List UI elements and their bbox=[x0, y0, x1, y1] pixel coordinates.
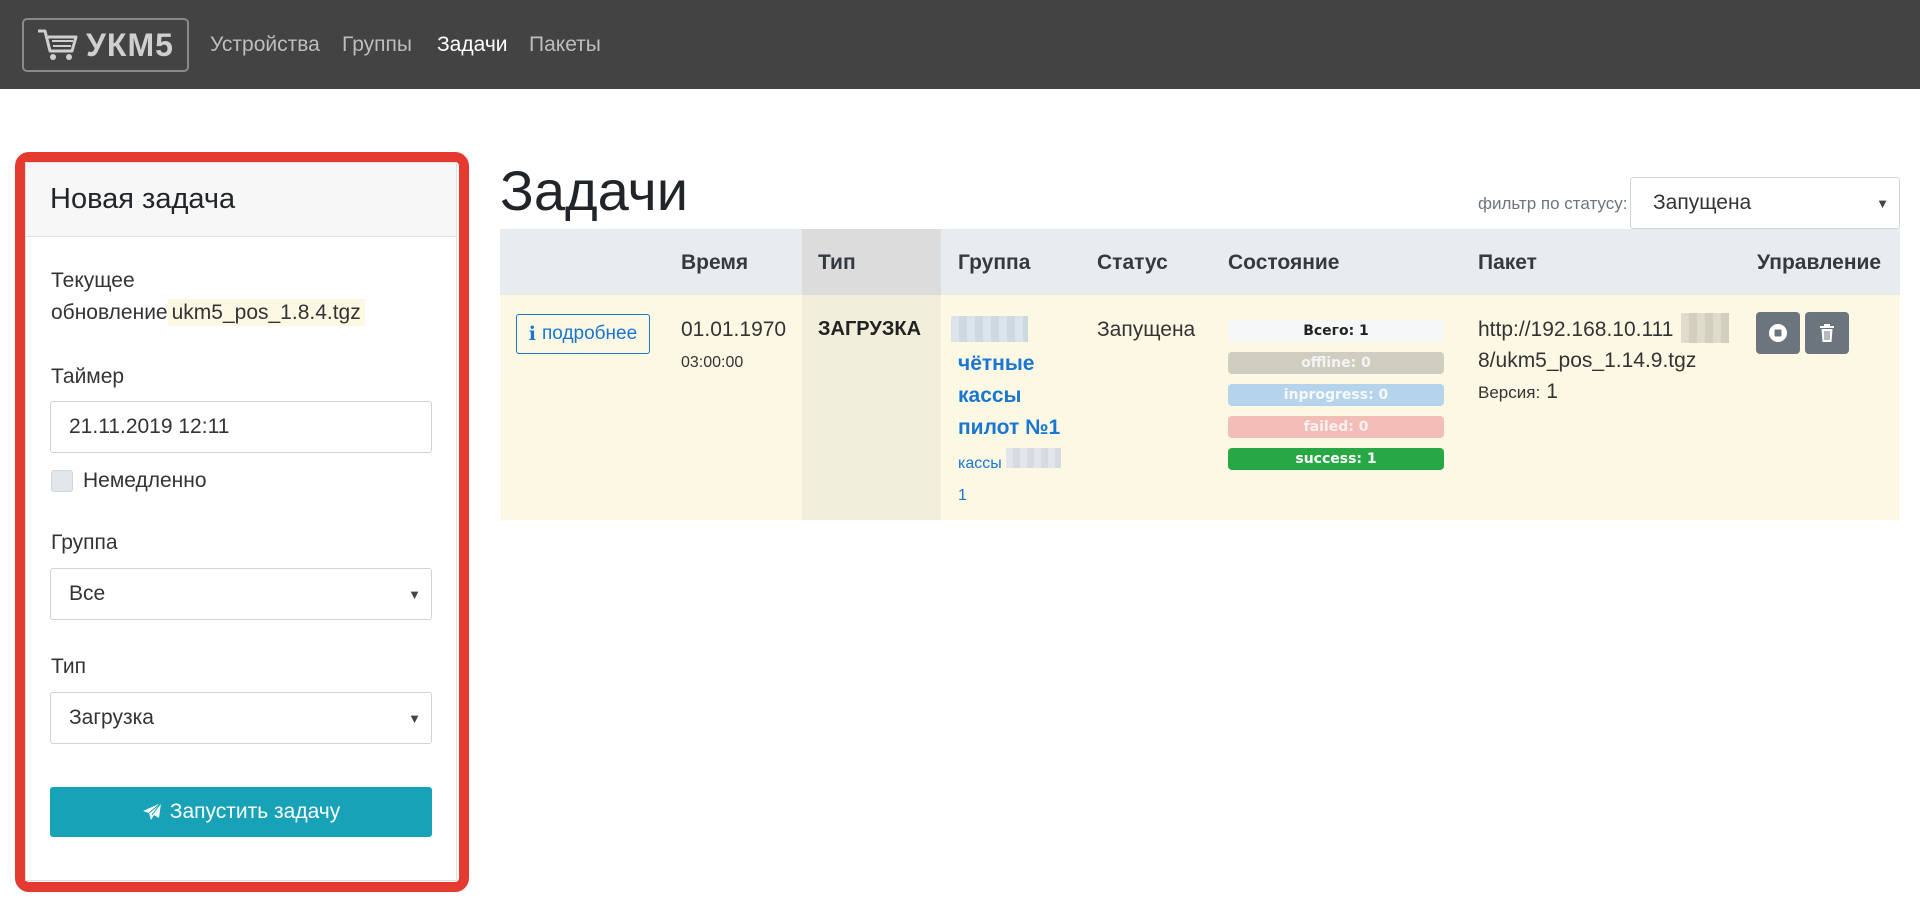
current-update-label-2: обновление bbox=[51, 301, 168, 324]
immediate-checkbox[interactable] bbox=[51, 470, 73, 492]
current-update-label-1: Текущее bbox=[51, 269, 135, 292]
group-select[interactable]: Все ▼ bbox=[50, 568, 432, 620]
state-success-badge: success: 1 bbox=[1228, 448, 1444, 470]
chevron-down-icon: ▼ bbox=[1876, 196, 1889, 211]
new-task-title: Новая задача bbox=[50, 183, 236, 215]
task-date: 01.01.1970 bbox=[681, 318, 787, 341]
status-filter-select[interactable]: Запущена ▼ bbox=[1630, 177, 1900, 229]
column-header-state[interactable]: Состояние bbox=[1228, 251, 1339, 275]
details-button[interactable]: i подробнее bbox=[516, 314, 650, 354]
delete-task-button[interactable] bbox=[1805, 312, 1849, 354]
timer-input[interactable]: 21.11.2019 12:11 bbox=[50, 401, 432, 453]
start-task-button[interactable]: Запустить задачу bbox=[50, 787, 432, 837]
info-icon: i bbox=[528, 323, 537, 345]
nav-groups[interactable]: Группы bbox=[342, 33, 412, 57]
brand-logo[interactable]: УКМ5 bbox=[22, 18, 189, 72]
new-task-panel: Новая задача Текущее обновление ukm5_pos_… bbox=[25, 162, 457, 881]
redacted-text bbox=[1681, 313, 1729, 343]
package-version: Версия: 1 bbox=[1478, 380, 1558, 404]
status-filter-value: Запущена bbox=[1653, 191, 1752, 214]
top-navbar: УКМ5 Устройства Группы Задачи Пакеты bbox=[0, 0, 1920, 89]
chevron-down-icon: ▼ bbox=[408, 711, 421, 726]
page-title: Задачи bbox=[500, 159, 689, 222]
chevron-down-icon: ▼ bbox=[408, 587, 421, 602]
current-update-value: ukm5_pos_1.8.4.tgz bbox=[167, 299, 365, 326]
column-header-control[interactable]: Управление bbox=[1757, 251, 1881, 275]
redacted-text bbox=[1006, 448, 1061, 468]
type-label: Тип bbox=[51, 655, 87, 678]
immediate-row: Немедленно bbox=[51, 469, 207, 493]
new-task-header: Новая задача bbox=[26, 163, 456, 237]
status-filter-label: фильтр по статусу: bbox=[1478, 194, 1628, 213]
type-select[interactable]: Загрузка ▼ bbox=[50, 692, 432, 744]
group-select-value: Все bbox=[69, 582, 106, 605]
state-failed-badge: failed: 0 bbox=[1228, 416, 1444, 438]
column-header-status[interactable]: Статус bbox=[1097, 251, 1168, 275]
version-value: 1 bbox=[1546, 380, 1558, 403]
shopping-cart-icon bbox=[38, 29, 78, 60]
state-inprogress-badge: inprogress: 0 bbox=[1228, 384, 1444, 406]
state-offline-badge: offline: 0 bbox=[1228, 352, 1444, 374]
version-label: Версия: bbox=[1478, 383, 1541, 402]
paper-plane-icon bbox=[142, 802, 162, 820]
timer-label: Таймер bbox=[51, 365, 125, 388]
nav-packages[interactable]: Пакеты bbox=[529, 33, 601, 57]
task-status: Запущена bbox=[1097, 318, 1196, 341]
group-line-3: пилот №1 bbox=[958, 416, 1061, 439]
column-header-package[interactable]: Пакет bbox=[1478, 251, 1537, 275]
immediate-label[interactable]: Немедленно bbox=[83, 469, 207, 493]
group-label: Группа bbox=[51, 531, 118, 554]
start-task-label: Запустить задачу bbox=[169, 800, 341, 823]
column-header-time[interactable]: Время bbox=[681, 251, 748, 275]
nav-devices[interactable]: Устройства bbox=[210, 33, 320, 57]
state-total-badge: Всего: 1 bbox=[1228, 320, 1444, 342]
column-header-type[interactable]: Тип bbox=[818, 251, 856, 275]
current-update-row: обновление ukm5_pos_1.8.4.tgz bbox=[51, 299, 365, 326]
stop-task-button[interactable] bbox=[1756, 312, 1800, 354]
type-select-value: Загрузка bbox=[69, 706, 154, 729]
column-header-group[interactable]: Группа bbox=[958, 251, 1030, 275]
task-type: ЗАГРУЗКА bbox=[818, 318, 922, 340]
group-link[interactable]: чётные кассы пилот №1 bbox=[958, 348, 1078, 444]
group-line-2: кассы bbox=[958, 384, 1022, 407]
group-line-1: чётные bbox=[958, 352, 1035, 375]
stop-circle-icon bbox=[1769, 324, 1787, 342]
trash-icon bbox=[1820, 324, 1834, 342]
redacted-text bbox=[951, 316, 1028, 342]
task-time: 03:00:00 bbox=[681, 354, 744, 371]
nav-tasks[interactable]: Задачи bbox=[437, 33, 508, 57]
group-sub-line-2: 1 bbox=[958, 487, 967, 504]
timer-value: 21.11.2019 12:11 bbox=[69, 415, 230, 438]
brand-text: УКМ5 bbox=[86, 26, 174, 63]
package-url-line-2: 8/ukm5_pos_1.14.9.tgz bbox=[1478, 349, 1697, 372]
details-label: подробнее bbox=[542, 323, 638, 344]
